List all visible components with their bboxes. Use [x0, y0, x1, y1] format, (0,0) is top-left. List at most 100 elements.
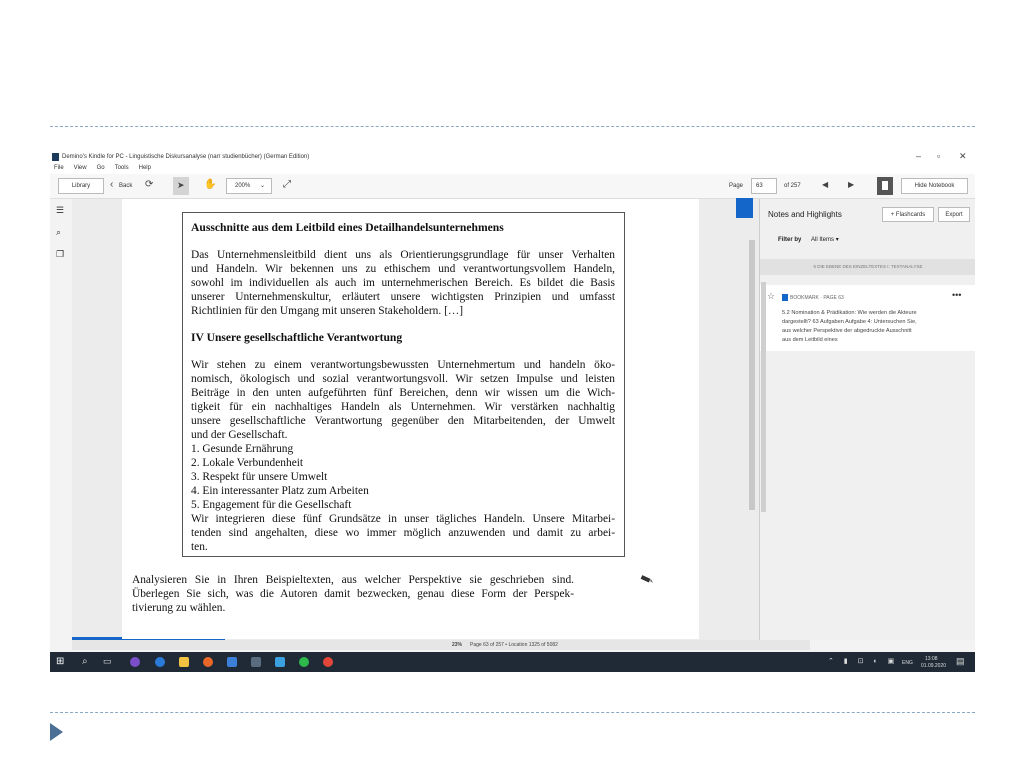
maximize-icon[interactable]: ▫: [937, 151, 940, 161]
select-tool-button[interactable]: ➤: [173, 177, 189, 195]
list-item: 4. Ein interessanter Platz zum Arbeiten: [191, 485, 369, 497]
list-item: 3. Respekt für unsere Umwelt: [191, 471, 328, 483]
windows-taskbar: ⊞ ⌕ ▭ ⌃ ▮ ⊡ ◐ ▣ ENG 13:08 01.09.2020 ▤: [50, 652, 975, 672]
more-options-icon[interactable]: •••: [952, 290, 961, 300]
highlighter-pen-icon: [640, 575, 653, 583]
chevron-down-icon: ⌄: [259, 183, 265, 189]
page-scroll-marker[interactable]: [736, 198, 753, 218]
zoom-select[interactable]: 200% ⌄: [226, 178, 272, 194]
task-text-line: Überlegen Sie sich, was die Autoren dami…: [132, 588, 574, 600]
body-line: Wir integrieren diese fünf Grundsätze in…: [191, 513, 615, 525]
taskbar-search-icon[interactable]: ⌕: [82, 656, 88, 667]
menu-file[interactable]: File: [54, 165, 64, 171]
page-input[interactable]: 63: [751, 178, 777, 194]
sync-icon[interactable]: ⟳: [145, 179, 153, 190]
filter-dropdown[interactable]: All Items ▾: [811, 237, 839, 243]
back-button[interactable]: Back: [119, 183, 132, 189]
note-text-line: aus dem Leitbild eines: [782, 337, 838, 343]
task-view-icon[interactable]: ▭: [103, 656, 112, 667]
notifications-icon[interactable]: ▤: [956, 656, 965, 667]
search-icon[interactable]: ⌕: [56, 227, 61, 238]
menu-help[interactable]: Help: [139, 165, 151, 171]
body-line: Wir stehen zu einem verantwortungsbewuss…: [191, 359, 615, 371]
body-line: tigkeit für ein nachhaltiges Handeln als…: [191, 401, 615, 413]
contents-list-icon[interactable]: ☰: [56, 205, 64, 216]
body-line: unserer Unternehmenskultur, erläutert un…: [191, 291, 615, 303]
title-bar: Demino's Kindle for PC - Linguistische D…: [50, 150, 975, 164]
location-text: Page 63 of 257 • Location 1325 of 5082: [470, 642, 558, 648]
menu-bar: File View Go Tools Help: [50, 164, 975, 174]
hide-notebook-button[interactable]: Hide Notebook: [901, 178, 968, 194]
menu-tools[interactable]: Tools: [115, 165, 129, 171]
body-line: und Handeln. Wir bekennen uns zu ethisch…: [191, 263, 615, 275]
body-line: Beiträge in den unten aufgeführten fünf …: [191, 387, 615, 399]
export-button[interactable]: Export: [938, 207, 970, 222]
status-bar: 23% Page 63 of 257 • Location 1325 of 50…: [72, 640, 810, 650]
list-item: 2. Lokale Verbundenheit: [191, 457, 304, 469]
bookmark-note[interactable]: ☆ BOOKMARK · PAGE 63 ••• 5.2 Nomination …: [760, 285, 975, 351]
windows-start-icon[interactable]: ⊞: [56, 656, 64, 667]
slide-bottom-divider: [50, 712, 975, 713]
page-label: Page: [729, 183, 744, 189]
list-item: 5. Engagement für die Gesellschaft: [191, 499, 352, 511]
clock-date: 01.09.2020: [921, 663, 947, 669]
body-line: ten.: [191, 541, 208, 553]
app-icon-blue[interactable]: [227, 657, 237, 667]
hand-tool-icon[interactable]: ✋: [204, 179, 216, 190]
filter-value: All Items: [811, 237, 835, 243]
cursor-icon: ➤: [177, 180, 185, 190]
task-text-line: Analysieren Sie in Ihren Beispieltexten,…: [132, 574, 574, 586]
fullscreen-icon[interactable]: ⤢: [283, 179, 291, 190]
body-line: tenden sind angehalten, diese wo immer m…: [191, 527, 615, 539]
caret-down-icon: ▾: [835, 237, 839, 243]
notebook-toggle-button[interactable]: [877, 177, 893, 195]
slide-bullet-arrow-icon: [50, 723, 63, 741]
filter-label: Filter by: [778, 237, 802, 243]
body-line: Richtlinien für den Umgang mit unseren S…: [191, 305, 464, 317]
minimize-icon[interactable]: –: [916, 151, 921, 161]
note-text-line: 5.2 Nomination & Prädikation: Wie werden…: [782, 310, 917, 316]
library-button[interactable]: Library: [58, 178, 104, 194]
kindle-taskbar-icon[interactable]: [251, 657, 261, 667]
notes-section-header: 5 DIE EBENE DES EINZELTEXTES I: TEXTANAL…: [760, 259, 975, 275]
page-count: of 257: [784, 183, 801, 189]
task-text-line: tivierung zu wählen.: [132, 602, 226, 614]
window-title: Demino's Kindle for PC - Linguistische D…: [62, 154, 310, 160]
tray-icons[interactable]: ⌃ ▮ ⊡ ◐ ▣: [828, 657, 898, 665]
file-explorer-icon[interactable]: [179, 657, 189, 667]
bookmark-icon: [882, 181, 888, 190]
notes-panel: Notes and Highlights + Flashcards Export…: [759, 199, 975, 640]
bookmark-icon: [782, 294, 788, 301]
note-label: BOOKMARK · PAGE 63: [790, 295, 844, 301]
next-page-icon[interactable]: ▶: [848, 180, 854, 189]
menu-view[interactable]: View: [74, 165, 87, 171]
progress-percent: 23%: [452, 642, 463, 648]
left-rail: ☰ ⌕ ❐: [50, 199, 72, 639]
firefox-icon[interactable]: [203, 657, 213, 667]
close-icon[interactable]: ✕: [959, 151, 967, 162]
flashcards-button[interactable]: + Flashcards: [882, 207, 934, 222]
whatsapp-icon[interactable]: [299, 657, 309, 667]
toolbar: Library ‹ Back ⟳ ➤ ✋ 200% ⌄ ⤢ Page 63 of…: [50, 174, 975, 199]
box-heading: Ausschnitte aus dem Leitbild eines Detai…: [191, 221, 504, 234]
body-line: nomisch, ökologisch und sozial verantwor…: [191, 373, 615, 385]
menu-go[interactable]: Go: [97, 165, 105, 171]
body-line: unsere gesellschaftliche Verantwortung g…: [191, 415, 615, 427]
language-indicator[interactable]: ENG: [902, 660, 913, 666]
edge-icon[interactable]: [155, 657, 165, 667]
note-text-line: aus welcher Perspektive der abgedruckte …: [782, 328, 912, 334]
notes-scrollbar[interactable]: [761, 282, 766, 512]
list-item: 1. Gesunde Ernährung: [191, 443, 294, 455]
back-chevron-icon[interactable]: ‹: [110, 179, 113, 190]
app-icon-lightblue[interactable]: [275, 657, 285, 667]
prev-page-icon[interactable]: ◀: [822, 180, 828, 189]
note-text-line: dargestellt? 63 Aufgaben Aufgabe 4: Unte…: [782, 319, 917, 325]
app-icon-purple[interactable]: [130, 657, 140, 667]
zoom-value: 200%: [235, 183, 251, 189]
kindle-app-icon: [52, 153, 59, 161]
reading-scrollbar[interactable]: [749, 240, 755, 510]
quoted-mission-statement-box: Ausschnitte aus dem Leitbild eines Detai…: [182, 212, 625, 557]
star-icon[interactable]: ☆: [767, 291, 775, 302]
flashcards-icon[interactable]: ❐: [56, 249, 64, 260]
app-icon-red[interactable]: [323, 657, 333, 667]
